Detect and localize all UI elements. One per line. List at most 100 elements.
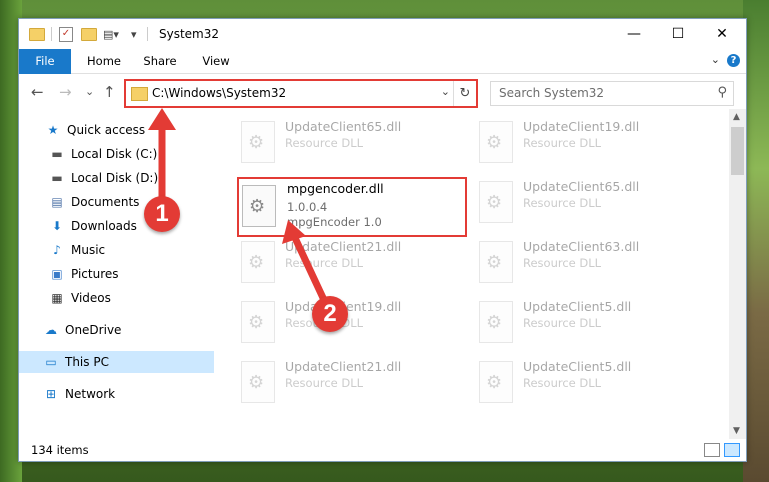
network-icon: ⊞ <box>45 387 57 401</box>
sidebar-item-documents[interactable]: ▤ Documents 📌 <box>19 191 244 213</box>
minimize-button[interactable]: — <box>614 23 654 45</box>
file-item[interactable]: UpdateClient5.dll Resource DLL <box>475 357 705 405</box>
properties-icon[interactable]: ✓ <box>59 26 73 42</box>
file-item[interactable]: UpdateClient65.dll Resource DLL <box>475 177 705 225</box>
maximize-button[interactable]: ☐ <box>658 23 698 45</box>
file-type: Resource DLL <box>285 256 364 270</box>
file-name: UpdateClient65.dll <box>285 119 402 134</box>
back-button[interactable]: ← <box>31 83 44 101</box>
expand-ribbon-icon[interactable]: ⌄ <box>711 53 720 66</box>
details-view-icon[interactable] <box>704 443 720 457</box>
drive-icon: ▬ <box>51 171 63 185</box>
dll-file-icon <box>479 121 513 163</box>
file-item[interactable]: UpdateClient5.dll Resource DLL <box>475 297 705 345</box>
file-name: UpdateClient63.dll <box>523 239 640 254</box>
sidebar-item-downloads[interactable]: ⬇ Downloads 📌 <box>19 215 244 237</box>
dll-file-icon <box>241 241 275 283</box>
tab-view[interactable]: View <box>195 49 237 73</box>
address-dropdown-icon[interactable]: ⌄ <box>441 85 450 98</box>
step-1-callout: 1 <box>144 196 180 232</box>
sidebar-item-label: Quick access <box>67 123 146 137</box>
dll-file-icon <box>241 121 275 163</box>
music-icon: ♪ <box>53 243 61 257</box>
sidebar-item-label: Music <box>71 243 106 257</box>
file-version: 1.0.0.4 <box>287 200 328 214</box>
sidebar-item-label: Documents <box>71 195 140 209</box>
sidebar-item-local-disk-d[interactable]: ▬ Local Disk (D:) 📌 <box>19 167 244 189</box>
quick-access-folder-icon[interactable] <box>29 26 45 42</box>
computer-icon: ▭ <box>45 355 57 369</box>
scroll-up-icon[interactable]: ▲ <box>733 112 740 122</box>
file-item[interactable]: UpdateClient65.dll Resource DLL <box>237 117 467 165</box>
file-item[interactable]: UpdateClient63.dll Resource DLL <box>475 237 705 285</box>
file-item[interactable]: UpdateClient19.dll Resource DLL <box>475 117 705 165</box>
sidebar-item-onedrive[interactable]: ☁ OneDrive <box>19 319 238 341</box>
address-bar[interactable]: C:\Windows\System32 ⌄ ↻ <box>124 79 478 108</box>
dll-file-icon <box>479 301 513 343</box>
dll-file-icon <box>241 301 275 343</box>
sidebar-item-label: Downloads <box>71 219 137 233</box>
item-count: 134 items <box>31 443 89 457</box>
file-list: UpdateClient65.dll Resource DLL UpdateCl… <box>217 109 729 439</box>
search-placeholder: Search System32 <box>499 86 605 100</box>
title-divider <box>147 27 148 41</box>
download-icon: ⬇ <box>51 219 63 233</box>
file-type: Resource DLL <box>523 256 602 270</box>
help-icon[interactable]: ? <box>727 54 740 67</box>
step-2-callout: 2 <box>312 296 348 332</box>
refresh-button[interactable]: ↻ <box>453 81 476 106</box>
address-path[interactable]: C:\Windows\System32 <box>152 86 286 100</box>
scrollbar-thumb[interactable] <box>731 127 744 175</box>
sidebar-item-label: Local Disk (D:) <box>71 171 159 185</box>
scroll-down-icon[interactable]: ▼ <box>733 426 740 436</box>
highlighted-file-item[interactable]: mpgencoder.dll 1.0.0.4 mpgEncoder 1.0 <box>237 177 467 237</box>
file-type: Resource DLL <box>523 316 602 330</box>
folder-icon <box>131 87 148 101</box>
close-button[interactable]: ✕ <box>702 23 742 45</box>
sidebar-item-pictures[interactable]: ▣ Pictures 📌 <box>19 263 244 285</box>
documents-icon: ▤ <box>51 195 63 209</box>
dll-file-icon <box>479 181 513 223</box>
ribbon-tabs: File Home Share View ⌄ ? <box>19 49 746 97</box>
sidebar-item-quick-access[interactable]: ★ Quick access <box>19 119 240 141</box>
up-button[interactable]: ↑ <box>103 83 116 101</box>
dll-file-icon <box>241 361 275 403</box>
vertical-scrollbar[interactable]: ▲ ▼ <box>729 109 746 439</box>
customize-toolbar-icon[interactable]: ▤▾ <box>103 26 119 42</box>
sidebar-item-label: Pictures <box>71 267 119 281</box>
file-description: mpgEncoder 1.0 <box>287 215 382 229</box>
file-type: Resource DLL <box>285 136 364 150</box>
forward-button[interactable]: → <box>59 83 72 101</box>
tab-share[interactable]: Share <box>137 49 183 73</box>
sidebar-item-music[interactable]: ♪ Music 📌 <box>19 239 244 261</box>
drive-icon: ▬ <box>51 147 63 161</box>
file-name: UpdateClient21.dll <box>285 359 402 374</box>
file-item[interactable]: UpdateClient21.dll Resource DLL <box>237 357 467 405</box>
sidebar-item-this-pc[interactable]: ▭ This PC <box>19 351 214 373</box>
new-folder-icon[interactable] <box>81 26 97 42</box>
file-item[interactable]: UpdateClient21.dll Resource DLL <box>237 237 467 285</box>
sidebar-item-label: Local Disk (C:) <box>71 147 158 161</box>
file-type: Resource DLL <box>285 376 364 390</box>
sidebar-item-network[interactable]: ⊞ Network <box>19 383 238 405</box>
file-name: UpdateClient5.dll <box>523 359 632 374</box>
qat-dropdown-icon[interactable]: ▾ <box>131 26 137 42</box>
recent-locations-button[interactable]: ⌄ <box>85 85 94 98</box>
title-bar: ✓ ▤▾ ▾ System32 — ☐ ✕ <box>19 19 746 49</box>
window-title: System32 <box>159 27 220 41</box>
sidebar-item-label: Network <box>65 387 116 401</box>
tab-home[interactable]: Home <box>81 49 127 73</box>
file-name: UpdateClient19.dll <box>523 119 640 134</box>
sidebar-item-local-disk-c[interactable]: ▬ Local Disk (C:) 📌 <box>19 143 244 165</box>
star-icon: ★ <box>47 123 59 137</box>
view-switcher <box>704 443 740 457</box>
sidebar-item-videos[interactable]: ▦ Videos 📌 <box>19 287 244 309</box>
file-name: UpdateClient21.dll <box>285 239 402 254</box>
large-icons-view-icon[interactable] <box>724 443 740 457</box>
search-input[interactable]: Search System32 ⚲ <box>490 81 734 106</box>
pictures-icon: ▣ <box>51 267 63 281</box>
sidebar-item-label: This PC <box>65 355 109 369</box>
file-name: mpgencoder.dll <box>287 181 384 196</box>
file-item[interactable]: UpdateClient19.dll Resource DLL <box>237 297 467 345</box>
dll-file-icon <box>479 361 513 403</box>
